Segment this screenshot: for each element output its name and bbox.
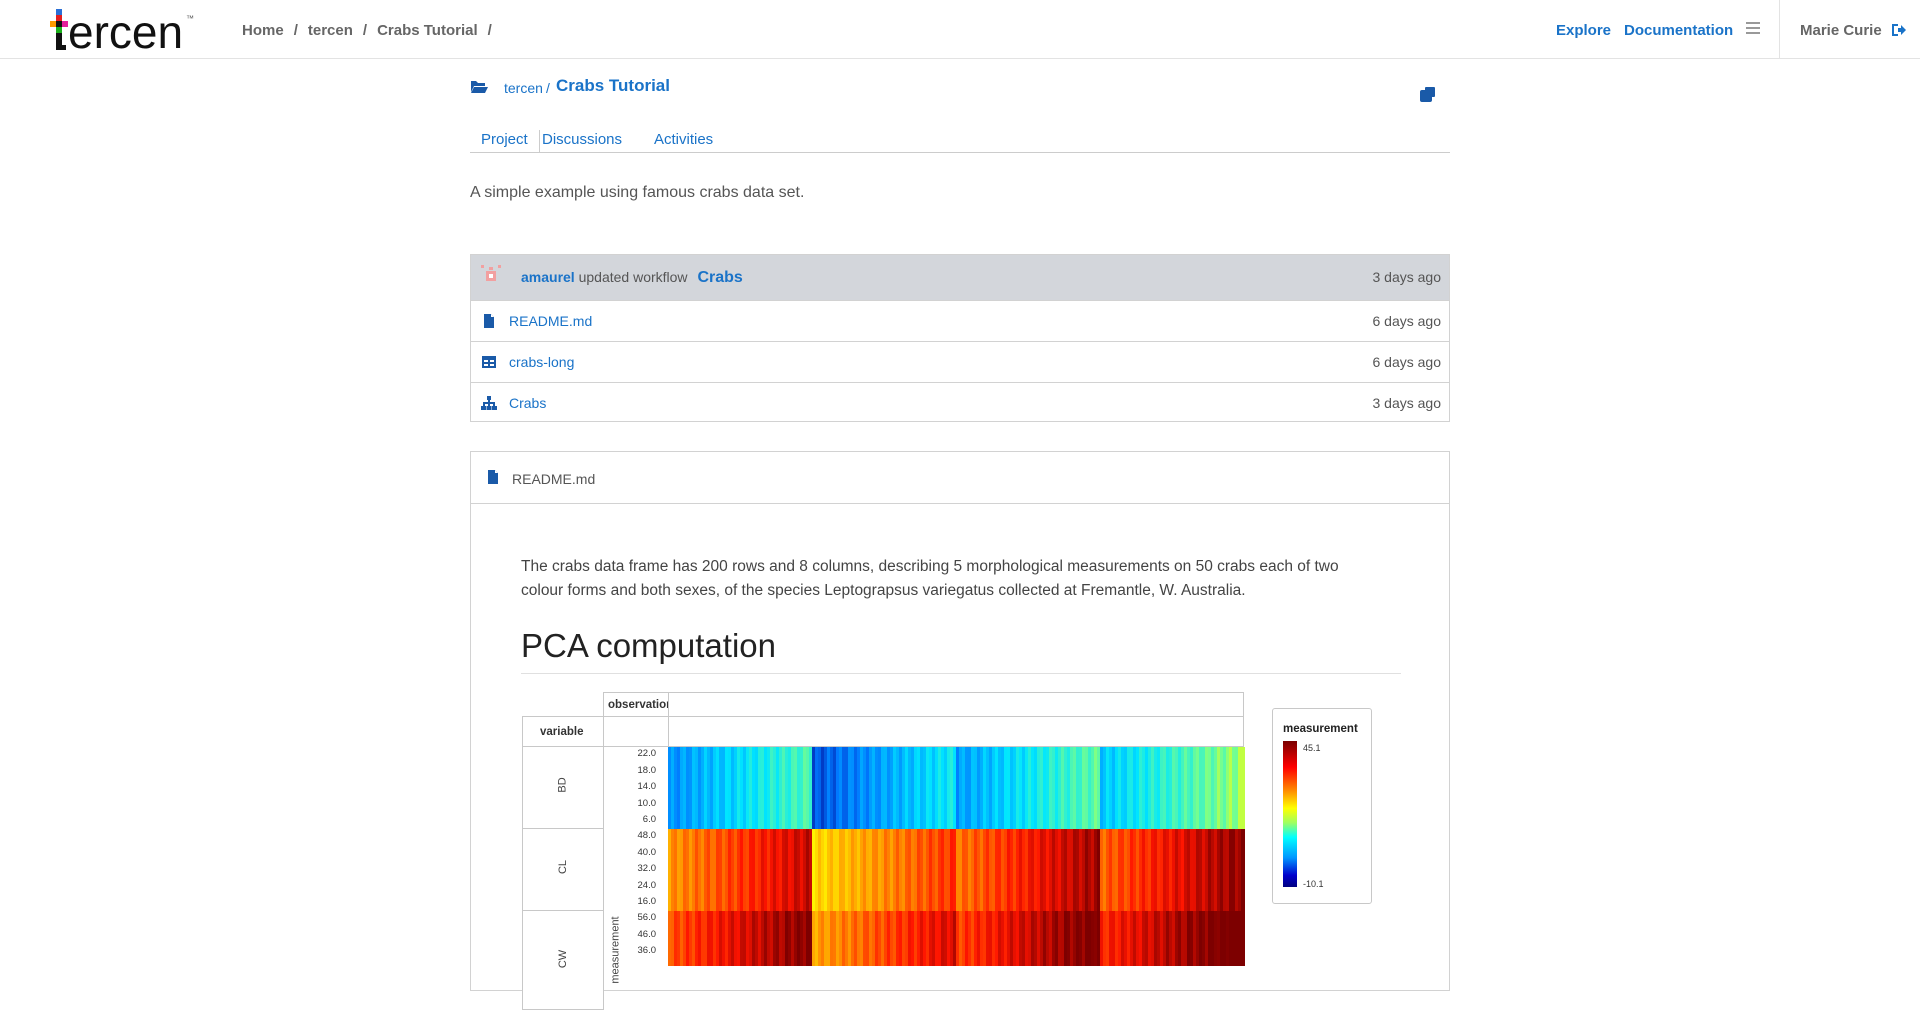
observation-header: observation <box>608 699 674 711</box>
tab-project[interactable]: Project <box>470 130 540 152</box>
color-legend: measurement 45.1 -10.1 <box>1272 708 1372 904</box>
list-item-label[interactable]: Crabs <box>509 395 546 411</box>
column-header-strip <box>668 716 1244 747</box>
list-item[interactable]: Crabs 3 days ago <box>471 382 1449 423</box>
file-icon <box>484 314 494 328</box>
observation-header-strip <box>668 692 1244 717</box>
list-item-time: 6 days ago <box>1372 313 1442 329</box>
sign-out-icon[interactable] <box>1890 22 1906 38</box>
variable-header: variable <box>540 726 584 738</box>
y-tick-label: 16.0 <box>637 896 657 907</box>
heatmap-cell <box>1241 911 1245 966</box>
logo-text: ercen <box>68 6 184 58</box>
list-item-time: 6 days ago <box>1372 354 1442 370</box>
y-axis-label: measurement <box>609 916 622 984</box>
readme-title: README.md <box>512 471 596 487</box>
logo-trademark: ™ <box>186 14 194 23</box>
facet-label-cw: CW <box>522 910 604 1010</box>
y-tick-label: 24.0 <box>637 879 657 891</box>
legend-color-bar <box>1283 741 1297 887</box>
legend-title: measurement <box>1283 723 1358 735</box>
project-header: tercen / Crabs Tutorial <box>470 76 1450 106</box>
facet-name: CL <box>557 859 570 875</box>
activity-list: amaurel updated workflow Crabs 3 days ag… <box>470 254 1450 422</box>
y-tick-label: 40.0 <box>637 846 657 858</box>
tercen-logo[interactable]: ercen ™ <box>48 6 198 58</box>
folder-open-icon <box>471 81 488 93</box>
facet-name: BD <box>556 777 569 793</box>
heatmap-cell <box>1241 829 1245 911</box>
breadcrumb: Home / tercen / Crabs Tutorial / <box>242 22 502 39</box>
y-tick-label: 56.0 <box>637 912 657 923</box>
y-tick-label: 6.0 <box>642 814 656 825</box>
list-item-label[interactable]: README.md <box>509 313 592 329</box>
workflow-icon <box>481 396 497 410</box>
legend-min: -10.1 <box>1303 879 1324 889</box>
activity-summary: amaurel updated workflow Crabs <box>521 269 743 287</box>
y-tick-label: 32.0 <box>637 863 657 874</box>
activity-workflow-link[interactable]: Crabs <box>697 269 742 286</box>
legend-max: 45.1 <box>1303 743 1321 753</box>
top-navbar: ercen ™ Home / tercen / Crabs Tutorial / Expl… <box>0 0 1920 59</box>
project-owner-link[interactable]: tercen <box>504 80 543 96</box>
breadcrumb-separator: / <box>487 22 492 39</box>
axis-header-cell <box>603 716 669 747</box>
heatmap-figure: observation variable BD CL CW measuremen… <box>522 692 1372 1010</box>
project-tabs: Project Discussions Activities <box>470 128 1450 153</box>
y-tick-label: 48.0 <box>637 830 657 841</box>
file-icon <box>488 470 498 484</box>
project-path-separator: / <box>546 80 550 96</box>
heatmap-cell <box>1241 747 1245 829</box>
y-tick-label: 22.0 <box>637 748 657 759</box>
y-tick-label: 10.0 <box>637 797 657 809</box>
documentation-link[interactable]: Documentation <box>1624 22 1733 39</box>
list-item-label[interactable]: crabs-long <box>509 354 574 370</box>
breadcrumb-separator: / <box>362 22 368 39</box>
explore-link[interactable]: Explore <box>1556 22 1611 39</box>
readme-paragraph: The crabs data frame has 200 rows and 8 … <box>521 558 1339 599</box>
facet-name: CW <box>557 949 570 969</box>
y-tick-label: 18.0 <box>637 764 657 776</box>
observation-header-cell: observation <box>603 692 673 717</box>
user-avatar-icon <box>481 265 501 281</box>
readme-header: README.md <box>471 452 1449 504</box>
user-menu[interactable]: Marie Curie <box>1800 22 1882 39</box>
facet-label-cl: CL <box>522 828 604 911</box>
readme-panel: README.md The crabs data frame has 200 r… <box>470 451 1450 1010</box>
readme-heading: PCA computation <box>521 627 1401 674</box>
activity-action: updated workflow <box>578 269 688 285</box>
project-title[interactable]: Crabs Tutorial <box>556 76 670 96</box>
table-icon <box>482 356 496 368</box>
list-item[interactable]: README.md 6 days ago <box>471 300 1449 341</box>
variable-header-cell: variable <box>522 716 604 747</box>
clone-project-icon[interactable] <box>1420 86 1436 102</box>
facet-label-bd: BD <box>522 746 604 829</box>
list-item[interactable]: crabs-long 6 days ago <box>471 341 1449 382</box>
breadcrumb-tercen[interactable]: tercen <box>308 22 353 39</box>
navbar-divider <box>1779 0 1780 59</box>
list-item-time: 3 days ago <box>1372 395 1442 411</box>
tab-activities[interactable]: Activities <box>643 130 724 152</box>
y-tick-label: 36.0 <box>637 945 657 956</box>
hamburger-menu-icon[interactable] <box>1746 22 1760 36</box>
y-tick-label: 14.0 <box>637 781 657 792</box>
activity-user-link[interactable]: amaurel <box>521 269 575 285</box>
y-tick-label: 46.0 <box>637 928 657 940</box>
activity-time: 3 days ago <box>1372 269 1442 285</box>
tab-discussions[interactable]: Discussions <box>531 130 633 152</box>
project-description: A simple example using famous crabs data… <box>470 184 805 201</box>
breadcrumb-home[interactable]: Home <box>242 22 284 39</box>
breadcrumb-crabs-tutorial[interactable]: Crabs Tutorial <box>377 22 478 39</box>
breadcrumb-separator: / <box>293 22 298 39</box>
activity-header: amaurel updated workflow Crabs 3 days ag… <box>471 255 1449 300</box>
